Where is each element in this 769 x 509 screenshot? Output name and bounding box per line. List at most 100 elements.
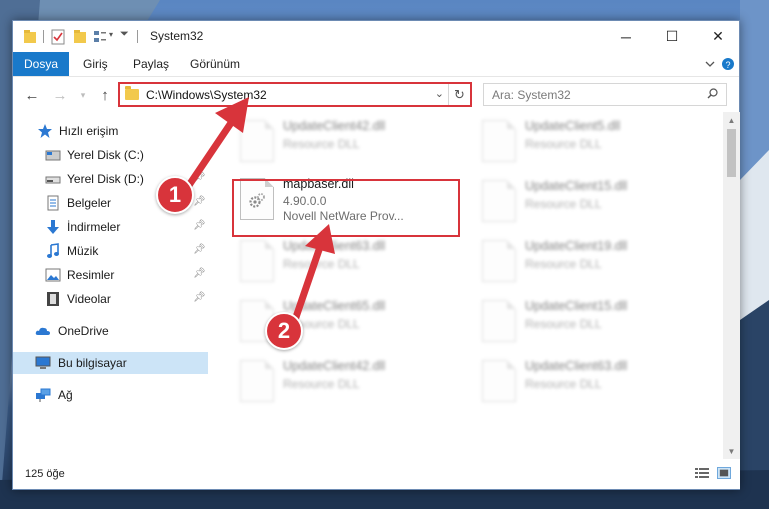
pin-icon[interactable]: 📌︎: [193, 268, 206, 280]
documents-icon: [47, 195, 59, 211]
file-name: UpdateClient15.dll: [525, 299, 628, 313]
folder-icon: [125, 86, 139, 100]
search-placeholder[interactable]: Ara: System32: [492, 88, 571, 102]
minimize-button[interactable]: ─: [603, 21, 649, 52]
computer-icon: [35, 356, 51, 369]
folder-icon: [24, 30, 36, 43]
file-type: Resource DLL: [525, 137, 602, 151]
sidebar-item-videos[interactable]: Videolar 📌︎: [13, 288, 208, 310]
tab-file[interactable]: Dosya: [13, 52, 69, 76]
sidebar-item-label: Yerel Disk (C:): [67, 148, 144, 162]
sidebar-item-network[interactable]: Ağ: [13, 384, 208, 406]
help-icon[interactable]: ?: [721, 57, 735, 71]
sidebar-item-label: Hızlı erişim: [59, 124, 119, 138]
ribbon-tabs: Dosya Giriş Paylaş Görünüm ?: [13, 52, 739, 76]
sidebar-item-quick-access[interactable]: Hızlı erişim: [13, 120, 208, 142]
tab-share[interactable]: Paylaş: [133, 52, 169, 76]
up-arrow-icon[interactable]: ↑: [96, 87, 114, 104]
navigation-bar: ← → ▾ ↑ C:\Windows\System32 ⌄ ↻ Ara: Sys…: [13, 76, 739, 112]
highlight-box: [232, 179, 460, 237]
pin-icon[interactable]: 📌︎: [193, 292, 206, 304]
address-path[interactable]: C:\Windows\System32: [146, 88, 267, 102]
network-icon: [36, 388, 51, 402]
file-tile[interactable]: UpdateClient63.dll Resource DLL: [476, 356, 696, 406]
close-button[interactable]: ✕: [695, 21, 741, 52]
file-type: Resource DLL: [525, 197, 602, 211]
address-dropdown-icon[interactable]: ⌄: [435, 87, 444, 100]
file-tile[interactable]: UpdateClient42.dll Resource DLL: [234, 116, 454, 166]
file-list: UpdateClient42.dll Resource DLL mapbaser…: [208, 112, 723, 460]
file-tile[interactable]: UpdateClient63.dll Resource DLL: [234, 236, 454, 286]
pin-icon[interactable]: 📌︎: [193, 196, 206, 208]
file-name: UpdateClient42.dll: [283, 119, 386, 133]
sidebar-item-music[interactable]: Müzik 📌︎: [13, 240, 208, 262]
qa-dropdown-icon[interactable]: ▾: [109, 30, 113, 39]
tab-view[interactable]: Görünüm: [190, 52, 240, 76]
svg-text:?: ?: [725, 60, 730, 70]
file-tile[interactable]: UpdateClient5.dll Resource DLL: [476, 116, 696, 166]
tab-home[interactable]: Giriş: [83, 52, 108, 76]
pin-icon[interactable]: 📌︎: [193, 220, 206, 232]
sidebar-item-label: Resimler: [67, 268, 115, 282]
back-arrow-icon[interactable]: ←: [23, 87, 41, 104]
file-tile[interactable]: UpdateClient15.dll Resource DLL: [476, 296, 696, 346]
sidebar-item-label: Belgeler: [67, 196, 112, 210]
pin-icon[interactable]: 📌︎: [193, 244, 206, 256]
dll-file-icon: [482, 360, 516, 402]
pictures-icon: [45, 268, 61, 282]
step-badge-1: 1: [156, 176, 194, 214]
navigation-pane: Hızlı erişim Yerel Disk (C:) Yerel Disk …: [13, 112, 208, 460]
file-type: Resource DLL: [283, 137, 360, 151]
customize-toolbar-icon[interactable]: ⏷: [120, 28, 129, 41]
cloud-icon: [35, 327, 50, 335]
dll-file-icon: [482, 240, 516, 282]
file-tile[interactable]: UpdateClient19.dll Resource DLL: [476, 236, 696, 286]
sidebar-item-label: OneDrive: [58, 324, 109, 338]
recent-locations-icon[interactable]: ▾: [74, 87, 92, 103]
large-icons-view-icon[interactable]: [717, 467, 731, 479]
ribbon-controls: ?: [699, 52, 739, 76]
file-type: Resource DLL: [525, 257, 602, 271]
scroll-down-icon[interactable]: ▼: [723, 443, 740, 460]
file-tile[interactable]: UpdateClient15.dll Resource DLL: [476, 176, 696, 226]
file-tile[interactable]: UpdateClient42.dll Resource DLL: [234, 356, 454, 406]
sidebar-item-downloads[interactable]: İndirmeler 📌︎: [13, 216, 208, 238]
dll-file-icon: [482, 300, 516, 342]
address-bar[interactable]: C:\Windows\System32 ⌄ ↻: [118, 82, 472, 107]
file-name: UpdateClient15.dll: [525, 179, 628, 193]
sidebar-item-onedrive[interactable]: OneDrive: [13, 320, 208, 342]
status-bar: 125 öğe: [13, 459, 740, 489]
chevron-down-icon[interactable]: [705, 59, 715, 69]
file-type: Resource DLL: [525, 317, 602, 331]
dll-file-icon: [482, 180, 516, 222]
separator: [137, 30, 138, 43]
new-folder-icon[interactable]: [73, 29, 87, 45]
sidebar-item-label: Bu bilgisayar: [58, 356, 127, 370]
file-name: UpdateClient19.dll: [525, 239, 628, 253]
dll-file-icon: [240, 240, 274, 282]
window-title: System32: [150, 29, 204, 43]
pin-icon[interactable]: 📌︎: [193, 172, 206, 184]
maximize-button[interactable]: ☐: [649, 21, 695, 52]
file-name: UpdateClient65.dll: [283, 299, 386, 313]
sidebar-item-label: Müzik: [67, 244, 99, 258]
scroll-up-icon[interactable]: ▲: [723, 112, 740, 129]
title-bar: ▾ ⏷ System32 ─ ☐ ✕: [13, 21, 739, 52]
search-input[interactable]: Ara: System32: [483, 83, 727, 106]
sidebar-item-label: Yerel Disk (D:): [67, 172, 144, 186]
sidebar-item-this-pc[interactable]: Bu bilgisayar: [13, 352, 208, 374]
file-name: UpdateClient63.dll: [283, 239, 386, 253]
music-icon: [47, 243, 59, 258]
scroll-thumb[interactable]: [727, 129, 736, 177]
video-icon: [47, 292, 59, 306]
sidebar-item-pictures[interactable]: Resimler 📌︎: [13, 264, 208, 286]
file-name: UpdateClient42.dll: [283, 359, 386, 373]
search-icon[interactable]: [707, 88, 718, 99]
refresh-icon[interactable]: ↻: [448, 84, 470, 105]
properties-icon[interactable]: [51, 29, 65, 45]
details-view-icon[interactable]: [695, 467, 709, 479]
view-options-icon[interactable]: [93, 29, 107, 45]
vertical-scrollbar[interactable]: ▲ ▼: [723, 112, 740, 460]
sidebar-item-disk-c[interactable]: Yerel Disk (C:): [13, 144, 208, 166]
forward-arrow-icon[interactable]: →: [51, 87, 69, 104]
